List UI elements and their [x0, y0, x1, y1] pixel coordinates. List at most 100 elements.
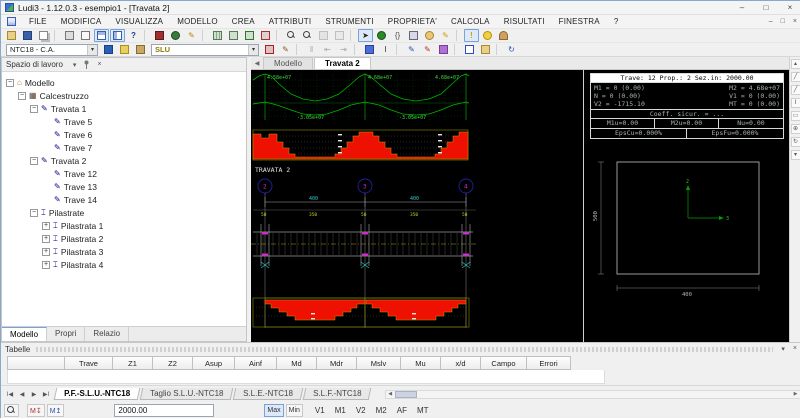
clip-purple-icon[interactable]	[436, 43, 451, 56]
user-icon[interactable]	[496, 29, 511, 42]
restore-icon[interactable]: □	[759, 3, 773, 12]
horizontal-scrollbar[interactable]: ◀ ▶	[384, 389, 800, 399]
menu-modifica[interactable]: MODIFICA	[54, 17, 109, 26]
col-mslv[interactable]: Mslv	[357, 356, 401, 370]
page-setup-icon[interactable]	[78, 29, 93, 42]
doc-yellow-icon[interactable]	[117, 43, 132, 56]
bulb-icon[interactable]	[480, 29, 495, 42]
pan-icon[interactable]	[316, 29, 331, 42]
zoom-in-icon[interactable]	[284, 29, 299, 42]
open-icon[interactable]	[4, 29, 19, 42]
mdi-close-icon[interactable]: ×	[793, 18, 797, 25]
document-icon[interactable]	[7, 17, 16, 26]
face-icon[interactable]	[422, 29, 437, 42]
menu-help[interactable]: ?	[607, 17, 626, 26]
sheet-tab-pf-slu[interactable]: P.F.-S.L.U.-NTC18	[53, 388, 141, 400]
world-green-icon[interactable]	[374, 29, 389, 42]
zoom-table-icon[interactable]	[4, 404, 19, 417]
pencil-blue-icon[interactable]: ✎	[404, 43, 419, 56]
tab-scroll-left-icon[interactable]: ◀	[251, 60, 263, 69]
refresh-icon[interactable]: ↻	[504, 43, 519, 56]
rotate-icon[interactable]: ↻	[790, 137, 800, 147]
scrollbar-thumb[interactable]	[394, 390, 417, 398]
scroll-left-icon[interactable]: ◀	[386, 391, 395, 397]
col-trave[interactable]: Trave	[65, 356, 113, 370]
tabelle-body[interactable]	[7, 370, 605, 384]
col-z1[interactable]: Z1	[113, 356, 153, 370]
cad-canvas[interactable]: 4.58e+07 4.68e+07 4.68e+07 -3.05e+07 -3.…	[251, 70, 789, 342]
col-errori[interactable]: Errori	[527, 356, 571, 370]
pencil-ruler-icon[interactable]: ✎	[278, 43, 293, 56]
polyline-icon[interactable]: ╱	[790, 85, 800, 95]
menu-finestra[interactable]: FINESTRA	[552, 17, 607, 26]
tree-item-travata2[interactable]: − ✎ Travata 2	[4, 154, 246, 167]
swap-left-icon[interactable]: ⇤	[320, 43, 335, 56]
zoom-out-icon[interactable]	[300, 29, 315, 42]
collapse-icon[interactable]: −	[30, 104, 38, 113]
table-add-icon[interactable]	[242, 29, 257, 42]
tree-item-travata1[interactable]: − ✎ Travata 1	[4, 102, 246, 115]
collapse-icon[interactable]: −	[6, 78, 14, 87]
tree-item-pilastrata1[interactable]: + ⌶ Pilastrata 1	[4, 219, 246, 232]
col-mu[interactable]: Mu	[401, 356, 441, 370]
expand-icon[interactable]: +	[42, 221, 50, 230]
min-button[interactable]: Min	[285, 404, 303, 417]
scroll-down-icon[interactable]: ▾	[790, 150, 800, 160]
window-tile-icon[interactable]	[94, 29, 109, 42]
select-arrow-icon[interactable]: ➤	[358, 29, 373, 42]
image-icon[interactable]	[152, 29, 167, 42]
braces-icon[interactable]: {}	[390, 29, 405, 42]
menu-strumenti[interactable]: STRUMENTI	[318, 17, 380, 26]
expand-icon[interactable]: +	[42, 247, 50, 256]
jump-min-icon[interactable]: M↧	[27, 404, 45, 417]
toggle-v2[interactable]: V2	[352, 406, 370, 415]
menu-calcola[interactable]: CALCOLA	[444, 17, 497, 26]
section-position-input[interactable]	[114, 404, 215, 417]
chevron-down-icon[interactable]: ▾	[248, 44, 258, 55]
doc-book-icon[interactable]	[133, 43, 148, 56]
menu-risultati[interactable]: RISULTATI	[497, 17, 552, 26]
toggle-v1[interactable]: V1	[311, 406, 329, 415]
bar-icon[interactable]: ‖	[304, 43, 319, 56]
jump-max-icon[interactable]: M↥	[46, 404, 65, 417]
eraser-icon[interactable]: ▭	[790, 111, 800, 121]
col-mdr[interactable]: Mdr	[317, 356, 357, 370]
toggle-m1[interactable]: M1	[331, 406, 350, 415]
tree-item-trave6[interactable]: ✎ Trave 6	[4, 128, 246, 141]
table-up-icon[interactable]	[226, 29, 241, 42]
next-sheet-icon[interactable]: ▶	[29, 391, 39, 398]
col-md[interactable]: Md	[277, 356, 317, 370]
first-sheet-icon[interactable]: I◀	[5, 391, 15, 398]
close-icon[interactable]: ×	[97, 61, 101, 68]
col-ainf[interactable]: Ainf	[235, 356, 277, 370]
collapse-icon[interactable]: −	[30, 156, 38, 165]
table-small-icon[interactable]	[406, 29, 421, 42]
tree-item-trave12[interactable]: ✎ Trave 12	[4, 167, 246, 180]
line-icon[interactable]: ╱	[790, 72, 800, 82]
window-cascade-icon[interactable]	[110, 29, 125, 42]
column-section-icon[interactable]	[362, 43, 377, 56]
node-tool-icon[interactable]: ⊕	[790, 124, 800, 134]
minimize-icon[interactable]: –	[735, 3, 749, 12]
doc-tab-travata2[interactable]: Travata 2	[314, 57, 371, 69]
tree-item-modello[interactable]: − ⌂ Modello	[4, 76, 246, 89]
sheet-tab-slf[interactable]: S.L.F.-NTC18	[302, 388, 372, 400]
tree-item-pilastrata2[interactable]: + ⌶ Pilastrata 2	[4, 232, 246, 245]
ibeam-icon[interactable]: I	[378, 43, 393, 56]
scroll-right-icon[interactable]: ▶	[791, 391, 800, 397]
expand-icon[interactable]: +	[42, 234, 50, 243]
zoom-window-icon[interactable]	[332, 29, 347, 42]
scroll-up-icon[interactable]: ▴	[790, 59, 800, 69]
menu-modello[interactable]: MODELLO	[170, 17, 225, 26]
print-preview-icon[interactable]	[62, 29, 77, 42]
last-sheet-icon[interactable]: ▶I	[41, 391, 51, 398]
tree-item-pilastrata4[interactable]: + ⌶ Pilastrata 4	[4, 258, 246, 271]
col-xd[interactable]: x/d	[441, 356, 481, 370]
folder-open-icon[interactable]	[478, 43, 493, 56]
pin-icon[interactable]	[83, 60, 90, 69]
collapse-icon[interactable]: −	[18, 91, 26, 100]
panel-grip[interactable]	[36, 346, 774, 352]
toggle-af[interactable]: AF	[393, 406, 411, 415]
close-icon[interactable]: ×	[793, 345, 797, 353]
code-select[interactable]: NTC18 - C.A. ▾	[6, 43, 98, 56]
